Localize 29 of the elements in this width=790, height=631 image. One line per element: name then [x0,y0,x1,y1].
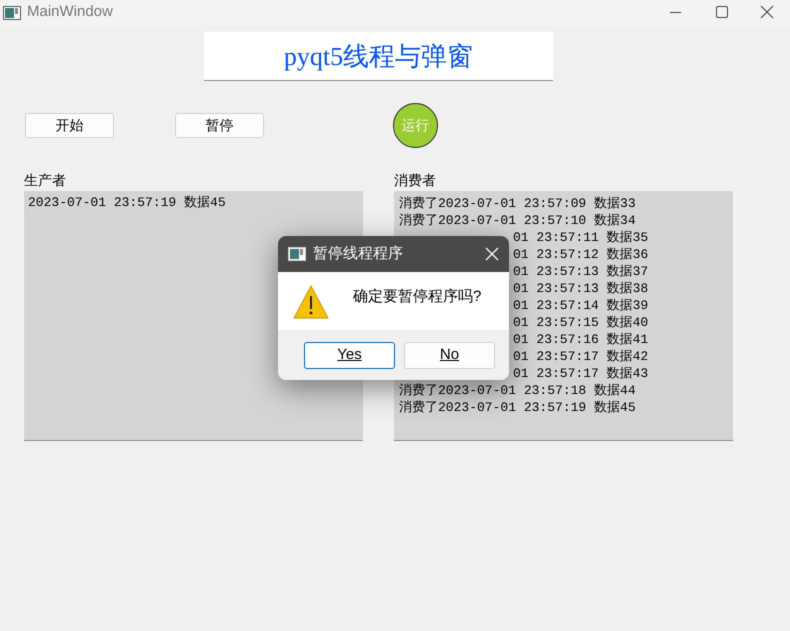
log-line: 01 23:57:14 数据39 [513,297,648,314]
log-line: 01 23:57:17 数据42 [513,348,648,365]
app-icon [288,247,306,261]
dialog-message: 确定要暂停程序吗? [353,287,482,307]
producer-label: 生产者 [24,171,67,190]
log-line: 消费了2023-07-01 23:57:09 数据33 [399,195,636,212]
log-line: 01 23:57:15 数据40 [513,314,648,331]
pause-button[interactable]: 暂停 [175,113,264,138]
log-line: 01 23:57:13 数据37 [513,263,648,280]
no-button[interactable]: No [404,342,495,368]
yes-button[interactable]: Yes [304,342,395,368]
log-line: 01 23:57:11 数据35 [513,229,648,246]
log-line: 01 23:57:12 数据36 [513,246,648,263]
log-line: 2023-07-01 23:57:19 数据45 [28,194,226,211]
warning-icon [293,284,329,320]
dialog-title: 暂停线程程序 [313,244,403,264]
start-button[interactable]: 开始 [25,113,114,138]
app-icon [3,6,21,20]
window-title: MainWindow [27,2,113,22]
log-line: 01 23:57:13 数据38 [513,280,648,297]
log-line: 消费了2023-07-01 23:57:19 数据45 [399,399,636,416]
log-line: 01 23:57:16 数据41 [513,331,648,348]
log-line: 消费了2023-07-01 23:57:18 数据44 [399,382,636,399]
close-icon[interactable] [485,247,499,261]
consumer-label: 消费者 [394,171,437,190]
status-indicator: 运行 [393,103,438,148]
heading-label: pyqt5线程与弹窗 [204,32,553,81]
log-line: 01 23:57:17 数据43 [513,365,648,382]
log-line: 消费了2023-07-01 23:57:10 数据34 [399,212,636,229]
